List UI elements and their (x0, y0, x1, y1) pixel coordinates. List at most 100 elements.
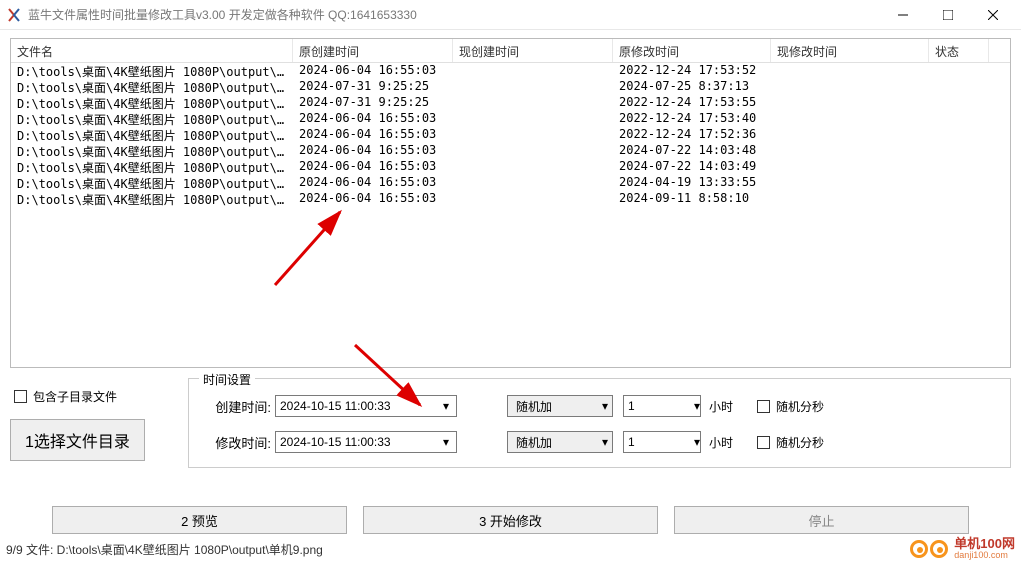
col-new-create[interactable]: 现创建时间 (453, 39, 613, 62)
table-row[interactable]: D:\tools\桌面\4K壁纸图片 1080P\output\单机...202… (11, 111, 1010, 127)
table-cell: D:\tools\桌面\4K壁纸图片 1080P\output\单机... (11, 159, 293, 175)
chevron-down-icon: ▾ (602, 399, 608, 413)
brand-logo: 单机100网 danji100.com (910, 537, 1015, 560)
logo-url: danji100.com (954, 550, 1015, 560)
table-cell: 2024-06-04 16:55:03 (293, 191, 453, 207)
minimize-button[interactable] (880, 0, 925, 30)
table-cell: 2024-07-25 8:37:13 (613, 79, 771, 95)
create-random-sec-checkbox[interactable] (757, 400, 770, 413)
create-random-sec-label: 随机分秒 (776, 398, 824, 415)
create-time-label: 创建时间: (201, 397, 275, 416)
app-icon (6, 7, 22, 23)
table-cell: 2022-12-24 17:53:52 (613, 63, 771, 79)
modify-random-sec-checkbox[interactable] (757, 436, 770, 449)
modify-amount-input[interactable]: 1 ▾ (623, 431, 701, 453)
table-cell (929, 143, 989, 159)
table-cell (771, 95, 929, 111)
modify-unit-label: 小时 (709, 434, 733, 451)
table-cell: 2024-07-22 14:03:48 (613, 143, 771, 159)
table-cell: 2024-06-04 16:55:03 (293, 175, 453, 191)
col-orig-modify[interactable]: 原修改时间 (613, 39, 771, 62)
chevron-down-icon: ▾ (694, 399, 700, 413)
logo-eyes-icon (910, 540, 948, 558)
table-row[interactable]: D:\tools\桌面\4K壁纸图片 1080P\output\单机...202… (11, 191, 1010, 207)
fieldset-legend: 时间设置 (199, 371, 255, 388)
modify-random-sec-label: 随机分秒 (776, 434, 824, 451)
table-cell (771, 127, 929, 143)
chevron-down-icon: ▾ (440, 399, 452, 413)
table-row[interactable]: D:\tools\桌面\4K壁纸图片 1080P\output\单机...202… (11, 79, 1010, 95)
table-cell: 2024-04-19 13:33:55 (613, 175, 771, 191)
table-cell (771, 63, 929, 79)
window-title: 蓝牛文件属性时间批量修改工具v3.00 开发定做各种软件 QQ:16416533… (28, 6, 880, 23)
create-random-mode-combo[interactable]: 随机加 ▾ (507, 395, 613, 417)
chevron-down-icon: ▾ (694, 435, 700, 449)
table-cell: 2024-06-04 16:55:03 (293, 111, 453, 127)
chevron-down-icon: ▾ (440, 435, 452, 449)
table-cell (771, 143, 929, 159)
time-settings-fieldset: 时间设置 创建时间: 2024-10-15 11:00:33 ▾ 随机加 ▾ 1… (188, 378, 1011, 468)
col-status[interactable]: 状态 (929, 39, 989, 62)
table-cell: D:\tools\桌面\4K壁纸图片 1080P\output\单机... (11, 111, 293, 127)
table-cell: 2024-06-04 16:55:03 (293, 127, 453, 143)
table-row[interactable]: D:\tools\桌面\4K壁纸图片 1080P\output\单机...202… (11, 127, 1010, 143)
table-cell (929, 191, 989, 207)
table-cell (771, 175, 929, 191)
select-directory-button[interactable]: 1选择文件目录 (10, 419, 145, 461)
table-cell (771, 111, 929, 127)
col-filename[interactable]: 文件名 (11, 39, 293, 62)
close-button[interactable] (970, 0, 1015, 30)
include-subdir-label: 包含子目录文件 (33, 388, 117, 405)
table-cell (929, 79, 989, 95)
table-cell (453, 127, 613, 143)
table-cell (929, 175, 989, 191)
table-row[interactable]: D:\tools\桌面\4K壁纸图片 1080P\output\单机...202… (11, 159, 1010, 175)
start-modify-button[interactable]: 3 开始修改 (363, 506, 658, 534)
logo-text: 单机100网 (954, 537, 1015, 550)
table-cell (929, 63, 989, 79)
preview-button[interactable]: 2 预览 (52, 506, 347, 534)
status-bar: 9/9 文件: D:\tools\桌面\4K壁纸图片 1080P\output\… (6, 541, 323, 558)
table-cell: 2022-12-24 17:53:40 (613, 111, 771, 127)
table-cell (453, 63, 613, 79)
table-cell (771, 79, 929, 95)
create-amount-input[interactable]: 1 ▾ (623, 395, 701, 417)
table-cell: D:\tools\桌面\4K壁纸图片 1080P\output\单机... (11, 127, 293, 143)
table-row[interactable]: D:\tools\桌面\4K壁纸图片 1080P\output\单机...202… (11, 95, 1010, 111)
maximize-button[interactable] (925, 0, 970, 30)
chevron-down-icon: ▾ (602, 435, 608, 449)
table-row[interactable]: D:\tools\桌面\4K壁纸图片 1080P\output\单机...202… (11, 143, 1010, 159)
table-cell (453, 143, 613, 159)
table-cell: 2024-07-31 9:25:25 (293, 95, 453, 111)
table-cell: 2024-07-31 9:25:25 (293, 79, 453, 95)
table-cell: D:\tools\桌面\4K壁纸图片 1080P\output\单机... (11, 63, 293, 79)
table-cell: 2022-12-24 17:52:36 (613, 127, 771, 143)
table-cell: 2024-09-11 8:58:10 (613, 191, 771, 207)
table-cell (929, 159, 989, 175)
table-cell: D:\tools\桌面\4K壁纸图片 1080P\output\单机... (11, 191, 293, 207)
modify-time-picker[interactable]: 2024-10-15 11:00:33 ▾ (275, 431, 457, 453)
table-cell: 2024-06-04 16:55:03 (293, 159, 453, 175)
col-orig-create[interactable]: 原创建时间 (293, 39, 453, 62)
create-time-picker[interactable]: 2024-10-15 11:00:33 ▾ (275, 395, 457, 417)
table-cell (771, 159, 929, 175)
table-cell (929, 111, 989, 127)
table-cell: 2022-12-24 17:53:55 (613, 95, 771, 111)
include-subdir-checkbox[interactable] (14, 390, 27, 403)
table-cell (453, 159, 613, 175)
table-row[interactable]: D:\tools\桌面\4K壁纸图片 1080P\output\单机...202… (11, 63, 1010, 79)
table-cell (453, 175, 613, 191)
file-listview[interactable]: 文件名 原创建时间 现创建时间 原修改时间 现修改时间 状态 D:\tools\… (10, 38, 1011, 368)
table-cell: D:\tools\桌面\4K壁纸图片 1080P\output\单机... (11, 79, 293, 95)
table-cell (453, 191, 613, 207)
table-row[interactable]: D:\tools\桌面\4K壁纸图片 1080P\output\单机...202… (11, 175, 1010, 191)
stop-button[interactable]: 停止 (674, 506, 969, 534)
table-cell (771, 191, 929, 207)
table-cell (453, 95, 613, 111)
listview-header: 文件名 原创建时间 现创建时间 原修改时间 现修改时间 状态 (11, 39, 1010, 63)
table-cell: 2024-06-04 16:55:03 (293, 143, 453, 159)
col-new-modify[interactable]: 现修改时间 (771, 39, 929, 62)
table-cell: 2024-07-22 14:03:49 (613, 159, 771, 175)
modify-random-mode-combo[interactable]: 随机加 ▾ (507, 431, 613, 453)
table-cell: 2024-06-04 16:55:03 (293, 63, 453, 79)
